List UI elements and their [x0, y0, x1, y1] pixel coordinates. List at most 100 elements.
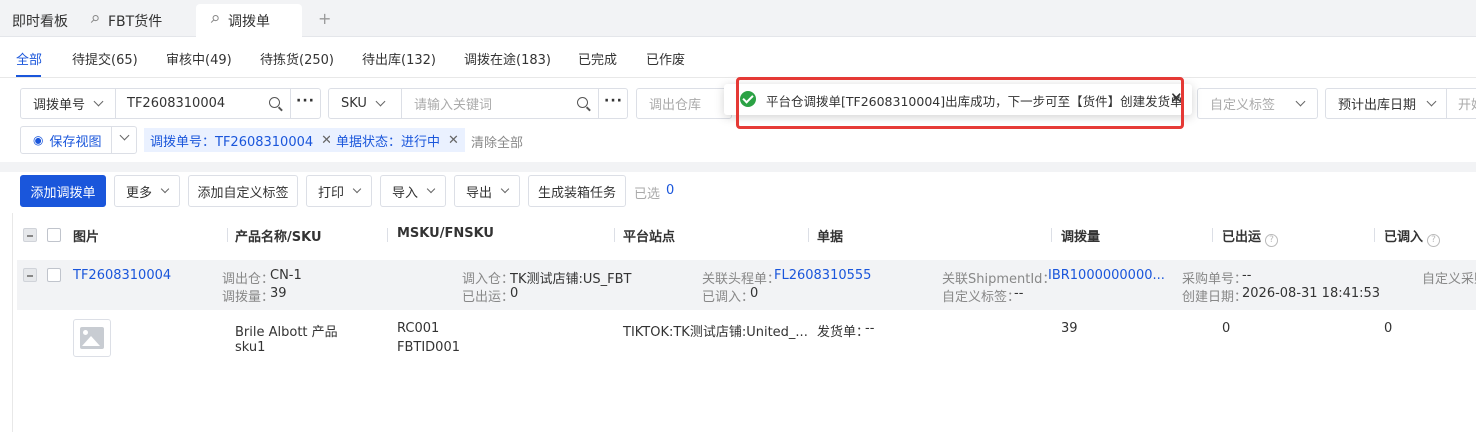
tab-transfer-order[interactable]: ⚲ 调拨单	[196, 4, 302, 37]
lead-order-link[interactable]: FL2608310555	[774, 268, 871, 283]
column-separator	[614, 228, 615, 242]
custom-tag-label: 自定义标签：	[942, 290, 1021, 305]
status-tab-picking[interactable]: 待拣货(250)	[260, 49, 334, 68]
collapse-row-toggle[interactable]	[23, 268, 37, 282]
more-options-icon[interactable]: ···	[296, 93, 315, 109]
chip-label: 调拨单号：TF2608310004	[150, 134, 314, 150]
row-checkbox[interactable]	[47, 268, 61, 282]
column-separator	[387, 228, 388, 242]
tab-label: 即时看板	[12, 13, 68, 30]
tab-dashboard[interactable]: 即时看板	[12, 4, 68, 37]
delivery-doc-label: 发货单：	[817, 325, 870, 340]
sku-type-label: SKU	[341, 96, 367, 111]
more-options-icon[interactable]: ···	[604, 93, 623, 109]
tab-fbt-shipment[interactable]: ⚲ FBT货件	[87, 4, 163, 37]
row-received: 0	[1384, 321, 1393, 336]
out-warehouse-value: CN-1	[270, 268, 302, 283]
transfer-qty-value: 39	[270, 286, 287, 301]
help-icon[interactable]: ?	[1427, 234, 1441, 247]
search-type-label: 调拨单号	[33, 98, 86, 113]
row-transfer-qty: 39	[1061, 321, 1078, 336]
search-icon[interactable]	[269, 97, 280, 108]
received-value: 0	[750, 286, 759, 301]
search-type-select[interactable]: 调拨单号	[33, 89, 115, 118]
pin-icon[interactable]: ⚲	[207, 12, 225, 30]
add-tab-icon[interactable]: +	[318, 9, 331, 28]
po-number-value: --	[1242, 268, 1252, 283]
order-number-link[interactable]: TF2608310004	[73, 268, 171, 283]
fnsku-value: FBTID001	[397, 340, 460, 355]
export-button[interactable]: 导出	[454, 175, 520, 207]
date-start-input[interactable]: 开始	[1458, 89, 1476, 118]
highlight-outline	[736, 77, 1184, 129]
header-label: 已出运	[1222, 230, 1262, 245]
pin-icon[interactable]: ⚲	[87, 12, 105, 30]
button-label: 导入	[391, 185, 418, 201]
chevron-down-icon[interactable]	[119, 130, 130, 141]
date-type-label: 预计出库日期	[1338, 98, 1417, 113]
sku-search-box: SKU 请输入关键词 ···	[328, 88, 628, 119]
status-tab-all[interactable]: 全部	[16, 49, 42, 68]
chevron-down-icon	[160, 184, 170, 194]
chevron-down-icon	[352, 184, 362, 194]
chevron-down-icon	[426, 184, 436, 194]
sku-search-input[interactable]: 请输入关键词	[414, 89, 564, 118]
chevron-down-icon	[1295, 96, 1306, 107]
generate-packing-task-button[interactable]: 生成装箱任务	[528, 175, 626, 207]
header-image: 图片	[73, 230, 100, 245]
sku-type-select[interactable]: SKU	[341, 89, 401, 118]
status-tab-review[interactable]: 审核中(49)	[166, 49, 232, 68]
status-tab-outbound[interactable]: 待出库(132)	[362, 49, 436, 68]
warehouse-select[interactable]: 调出仓库	[636, 88, 732, 119]
chip-label: 单据状态：进行中	[336, 134, 441, 150]
po-number-label: 采购单号：	[1182, 272, 1248, 287]
selected-label: 已选	[634, 187, 661, 202]
status-tab-voided[interactable]: 已作废	[646, 49, 685, 68]
msku-value: RC001	[397, 321, 440, 336]
add-custom-tag-button[interactable]: 添加自定义标签	[188, 175, 298, 207]
status-tab-completed[interactable]: 已完成	[578, 49, 617, 68]
save-view-button[interactable]: ◉ 保存视图	[20, 126, 137, 154]
custom-tag-select[interactable]: 自定义标签	[1197, 88, 1318, 119]
print-button[interactable]: 打印	[306, 175, 372, 207]
product-sku: sku1	[235, 340, 266, 355]
status-tab-in-transit[interactable]: 调拨在途(183)	[464, 49, 551, 68]
help-icon[interactable]: ?	[1265, 234, 1279, 247]
more-button[interactable]: 更多	[114, 175, 180, 207]
image-icon	[80, 327, 104, 349]
column-separator	[227, 228, 228, 242]
expand-all-toggle[interactable]	[23, 228, 37, 242]
divider	[290, 89, 291, 118]
button-label: 打印	[317, 185, 344, 201]
divider	[111, 127, 112, 153]
clear-all-link[interactable]: 清除全部	[471, 132, 523, 151]
received-label: 已调入：	[702, 290, 755, 305]
button-label: 更多	[125, 185, 152, 201]
import-button[interactable]: 导入	[380, 175, 446, 207]
close-icon[interactable]: ✕	[448, 133, 459, 148]
chevron-down-icon	[93, 96, 104, 107]
warehouse-placeholder: 调出仓库	[649, 98, 702, 113]
date-type-select[interactable]: 预计出库日期	[1338, 89, 1446, 118]
header-shipped: 已出运?	[1222, 226, 1279, 247]
shipped-value: 0	[510, 286, 519, 301]
shipment-id-link[interactable]: IBR1000000000...	[1048, 268, 1165, 283]
status-tab-draft[interactable]: 待提交(65)	[72, 49, 138, 68]
custom-tag-placeholder: 自定义标签	[1210, 98, 1276, 113]
chevron-down-icon	[500, 184, 510, 194]
created-date-value: 2026-08-31 18:41:53	[1242, 286, 1381, 301]
delivery-doc-value: --	[865, 321, 875, 336]
table-left-border	[12, 213, 13, 432]
divider	[401, 89, 402, 118]
custom-po-label: 自定义采购	[1422, 272, 1476, 287]
select-all-checkbox[interactable]	[47, 228, 61, 242]
save-view-label-wrap: ◉ 保存视图	[33, 127, 113, 153]
tab-label: FBT货件	[108, 13, 163, 30]
eye-icon: ◉	[33, 133, 44, 147]
order-search-input[interactable]: TF2608310004	[127, 89, 267, 118]
header-product-sku: 产品名称/SKU	[235, 230, 322, 245]
add-transfer-order-button[interactable]: 添加调拨单	[20, 175, 106, 207]
search-icon[interactable]	[577, 97, 588, 108]
out-warehouse-label: 调出仓：	[222, 272, 275, 287]
sku-search-placeholder: 请输入关键词	[414, 98, 493, 113]
